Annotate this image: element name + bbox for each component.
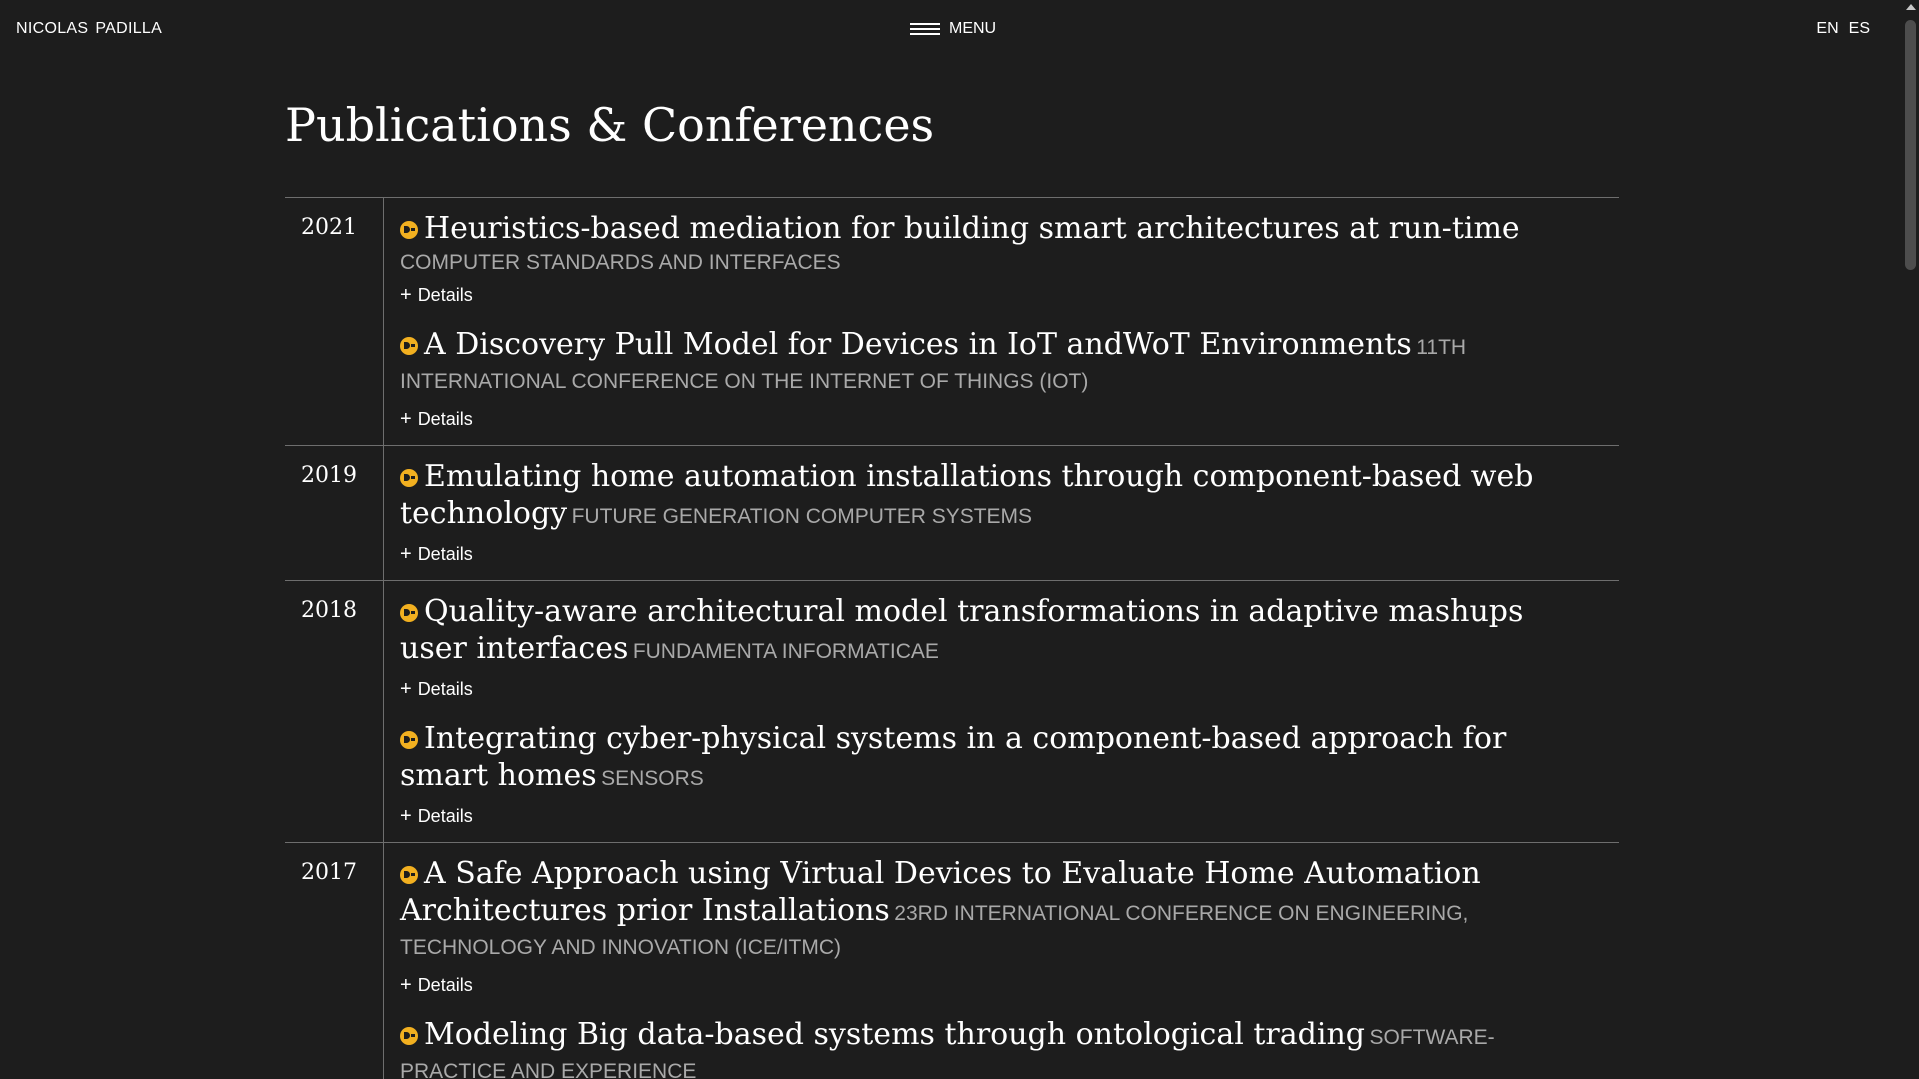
publication-heading: Quality-aware architectural model transf… <box>400 596 1599 670</box>
page-scrollbar[interactable] <box>1902 0 1919 1079</box>
language-en[interactable]: EN <box>1816 20 1838 38</box>
menu-button[interactable]: MENU <box>910 20 996 38</box>
publication-heading: Emulating home automation installations … <box>400 461 1599 535</box>
publication-type-icon <box>400 469 418 487</box>
details-label: Details <box>417 409 473 429</box>
publication-entries: Quality-aware architectural model transf… <box>384 581 1619 842</box>
publication-venue: FUTURE GENERATION COMPUTER SYSTEMS <box>571 505 1033 528</box>
details-label: Details <box>417 679 473 699</box>
publication-venue: FUNDAMENTA INFORMATICAE <box>632 640 939 663</box>
year-label: 2018 <box>285 581 384 842</box>
year-group-2018: 2018 Quality-aware architectural model tr… <box>285 580 1619 842</box>
hamburger-icon <box>910 22 940 36</box>
publication-title[interactable]: A Discovery Pull Model for Devices in Io… <box>424 327 1412 362</box>
publication-entry: A Safe Approach using Virtual Devices to… <box>400 858 1599 997</box>
details-toggle[interactable]: + Details <box>400 408 473 431</box>
publication-entry: Modeling Big data-based systems through … <box>400 1019 1599 1079</box>
publication-heading: A Safe Approach using Virtual Devices to… <box>400 858 1599 966</box>
plus-icon: + <box>400 284 412 306</box>
site-brand[interactable]: NICOLAS PADILLA <box>16 20 169 38</box>
scroll-thumb[interactable] <box>1905 20 1916 270</box>
details-label: Details <box>417 285 473 305</box>
publication-title[interactable]: Quality-aware architectural model transf… <box>400 594 1523 666</box>
publications-list: 2021 Heuristics-based mediation for build… <box>285 197 1619 1079</box>
publication-heading: Heuristics-based mediation for building … <box>400 213 1599 276</box>
details-toggle[interactable]: + Details <box>400 543 473 566</box>
publication-type-icon <box>400 866 418 884</box>
plus-icon: + <box>400 805 412 827</box>
publication-title[interactable]: Heuristics-based mediation for building … <box>424 211 1520 246</box>
publication-heading: Integrating cyber-physical systems in a … <box>400 723 1599 797</box>
details-toggle[interactable]: + Details <box>400 974 473 997</box>
publication-type-icon <box>400 221 418 239</box>
publication-title[interactable]: Integrating cyber-physical systems in a … <box>400 721 1506 793</box>
publication-entry: A Discovery Pull Model for Devices in Io… <box>400 329 1599 431</box>
brand-first-name: NICOLAS <box>16 20 89 37</box>
plus-icon: + <box>400 678 412 700</box>
year-label: 2017 <box>285 843 384 1079</box>
publication-title[interactable]: Modeling Big data-based systems through … <box>424 1017 1365 1052</box>
publication-entries: A Safe Approach using Virtual Devices to… <box>384 843 1619 1079</box>
scroll-up-arrow-icon[interactable] <box>1906 4 1916 10</box>
year-group-2019: 2019 Emulating home automation installati… <box>285 445 1619 580</box>
publication-entries: Emulating home automation installations … <box>384 446 1619 580</box>
brand-last-name: PADILLA <box>95 20 163 37</box>
publication-type-icon <box>400 337 418 355</box>
publication-entry: Emulating home automation installations … <box>400 461 1599 566</box>
language-switcher: EN ES <box>1816 20 1870 38</box>
publication-heading: Modeling Big data-based systems through … <box>400 1019 1599 1079</box>
year-label: 2021 <box>285 198 384 445</box>
publication-type-icon <box>400 1027 418 1045</box>
top-bar: NICOLAS PADILLA MENU EN ES <box>0 0 1902 60</box>
publication-entry: Quality-aware architectural model transf… <box>400 596 1599 701</box>
details-toggle[interactable]: + Details <box>400 284 473 307</box>
plus-icon: + <box>400 974 412 996</box>
page-title: Publications & Conferences <box>285 98 935 152</box>
details-label: Details <box>417 975 473 995</box>
details-label: Details <box>417 544 473 564</box>
plus-icon: + <box>400 543 412 565</box>
publication-entry: Integrating cyber-physical systems in a … <box>400 723 1599 828</box>
publication-type-icon <box>400 731 418 749</box>
plus-icon: + <box>400 408 412 430</box>
publication-heading: A Discovery Pull Model for Devices in Io… <box>400 329 1599 400</box>
publication-entry: Heuristics-based mediation for building … <box>400 213 1599 307</box>
publication-entries: Heuristics-based mediation for building … <box>384 198 1619 445</box>
details-label: Details <box>417 806 473 826</box>
details-toggle[interactable]: + Details <box>400 805 473 828</box>
publication-type-icon <box>400 604 418 622</box>
year-group-2021: 2021 Heuristics-based mediation for build… <box>285 197 1619 445</box>
publication-venue: SENSORS <box>601 767 704 790</box>
publication-venue: COMPUTER STANDARDS AND INTERFACES <box>400 251 841 274</box>
details-toggle[interactable]: + Details <box>400 678 473 701</box>
year-label: 2019 <box>285 446 384 580</box>
menu-label: MENU <box>949 20 997 37</box>
year-group-2017: 2017 A Safe Approach using Virtual Device… <box>285 842 1619 1079</box>
language-es[interactable]: ES <box>1849 20 1870 38</box>
